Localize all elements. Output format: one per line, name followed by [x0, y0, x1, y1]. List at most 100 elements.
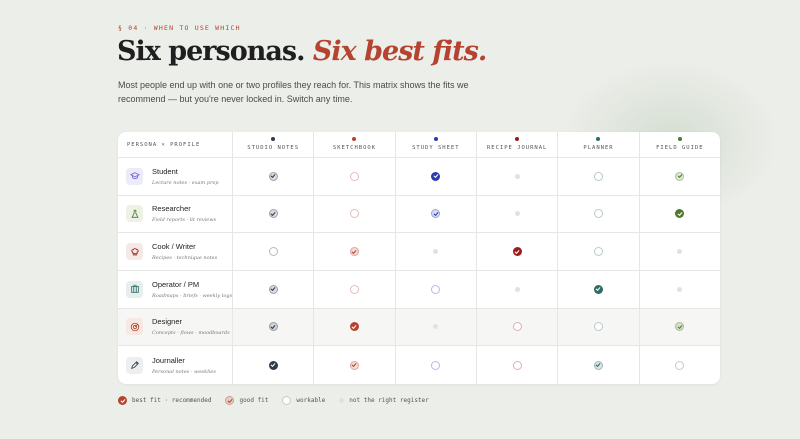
persona-description: Concepts · flows · moodboards [152, 330, 230, 337]
fit-cell [638, 233, 720, 271]
fit-cell [394, 158, 476, 196]
good-fit-check-icon [431, 209, 441, 219]
fit-cell [394, 195, 476, 234]
workable-ring-icon [593, 209, 603, 219]
persona-row-journaller: Journaller Personal notes · weeklies [118, 346, 232, 384]
persona-text: Student Lecture notes · exam prep [152, 167, 219, 186]
persona-description: Lecture notes · exam prep [152, 179, 219, 186]
workable-ring-icon [349, 171, 359, 181]
column-header-label: STUDIO NOTES [247, 145, 300, 151]
fit-cell [232, 233, 314, 271]
fit-cell [557, 308, 639, 347]
workable-ring-icon [268, 247, 278, 257]
good-fit-check-icon [268, 322, 278, 332]
not-fit-dot-icon [514, 286, 520, 292]
column-header-sketchbook: SKETCHBOOK [313, 132, 395, 158]
best-fit-check-icon [349, 322, 359, 332]
not-fit-dot-icon [339, 398, 345, 403]
column-header-label: FIELD GUIDE [656, 145, 704, 151]
pen-icon [126, 356, 143, 374]
good-fit-check-icon [268, 171, 278, 181]
profile-color-dot [515, 137, 520, 141]
column-header-studio-notes: STUDIO NOTES [232, 132, 314, 158]
not-fit-dot-icon [514, 211, 520, 217]
fit-cell [313, 158, 395, 196]
column-header-recipe-journal: RECIPE JOURNAL [476, 132, 558, 158]
good-fit-check-icon [675, 171, 685, 181]
column-header-label: SKETCHBOOK [332, 145, 377, 151]
not-fit-dot-icon [514, 173, 520, 179]
persona-row-student: Student Lecture notes · exam prep [118, 158, 232, 196]
good-fit-check-icon [349, 360, 359, 370]
column-header-label: RECIPE JOURNAL [486, 145, 548, 151]
persona-text: Designer Concepts · flows · moodboards [152, 317, 230, 336]
fit-cell [476, 233, 558, 271]
graduation-cap-icon [126, 167, 143, 185]
column-header-study-sheet: STUDY SHEET [394, 132, 476, 158]
fit-cell [557, 271, 639, 309]
fit-cell [313, 233, 395, 271]
fit-cell [557, 233, 639, 271]
fit-cell [394, 308, 476, 347]
title-main: Six personas. [117, 36, 305, 67]
fit-cell [232, 158, 314, 196]
corner-label-text: PERSONA × PROFILE [127, 141, 201, 148]
column-header-planner: PLANNER [557, 132, 639, 158]
fit-cell [232, 308, 314, 347]
persona-description: Personal notes · weeklies [152, 368, 216, 375]
workable-ring-icon [349, 209, 359, 219]
workable-ring-icon [349, 284, 359, 294]
good-fit-check-icon [349, 247, 359, 257]
best-fit-check-icon [593, 284, 603, 294]
good-fit-check-icon [675, 322, 685, 332]
legend-workable-label: workable [296, 397, 326, 404]
fit-cell [638, 195, 720, 234]
legend-item-good: good fit [225, 396, 268, 405]
persona-text: Journaller Personal notes · weeklies [152, 356, 216, 375]
fit-cell [313, 308, 395, 347]
fit-cell [394, 271, 476, 309]
fit-cell [476, 158, 558, 196]
persona-name: Designer [152, 317, 183, 327]
persona-description: Roadmaps · briefs · weekly logs [152, 292, 233, 299]
building-icon [126, 280, 143, 298]
persona-text: Researcher Field reports · lit reviews [152, 204, 216, 223]
not-fit-dot-icon [433, 249, 439, 255]
section-intro: Most people end up with one or two profi… [118, 80, 469, 104]
workable-ring-icon [512, 322, 522, 332]
best-fit-check-icon [431, 171, 441, 181]
title-accent: Six best fits. [312, 36, 487, 67]
persona-description: Field reports · lit reviews [152, 217, 217, 224]
persona-text: Operator / PM Roadmaps · briefs · weekly … [152, 280, 232, 299]
fit-cell [638, 158, 720, 196]
legend-none-label: not the right register [349, 397, 429, 404]
persona-name: Researcher [152, 204, 191, 214]
legend-good-label: good fit [239, 397, 269, 404]
profile-color-dot [596, 137, 601, 141]
fit-matrix-card: PERSONA × PROFILE STUDIO NOTES SKETCHBOOK… [118, 132, 720, 384]
fit-cell [313, 195, 395, 234]
not-fit-dot-icon [677, 249, 683, 255]
section-title: Six personas. Six best fits. [117, 36, 487, 67]
good-fit-check-icon [593, 360, 603, 370]
fit-cell [394, 233, 476, 271]
legend-item-best: best fit · recommended [118, 396, 211, 405]
persona-name: Operator / PM [152, 279, 200, 289]
target-icon [126, 318, 143, 336]
fit-cell [476, 195, 558, 234]
fit-cell [394, 346, 476, 384]
chef-hat-icon [126, 243, 143, 261]
fit-cell [232, 346, 313, 384]
fit-cell [557, 158, 639, 196]
persona-row-cook-writer: Cook / Writer Recipes · technique notes [118, 233, 232, 271]
workable-ring-icon [675, 360, 685, 370]
fit-cell [476, 346, 557, 384]
fit-cell [638, 271, 720, 309]
workable-ring-icon [431, 284, 441, 294]
best-fit-check-icon [675, 209, 685, 219]
best-fit-check-icon [268, 360, 278, 370]
section-eyebrow: § 04 · WHEN TO USE WHICH [118, 24, 241, 32]
persona-row-operator-pm: Operator / PM Roadmaps · briefs · weekly … [118, 271, 232, 309]
fit-matrix: PERSONA × PROFILE STUDIO NOTES SKETCHBOOK… [118, 132, 720, 384]
persona-text: Cook / Writer Recipes · technique notes [152, 242, 217, 261]
